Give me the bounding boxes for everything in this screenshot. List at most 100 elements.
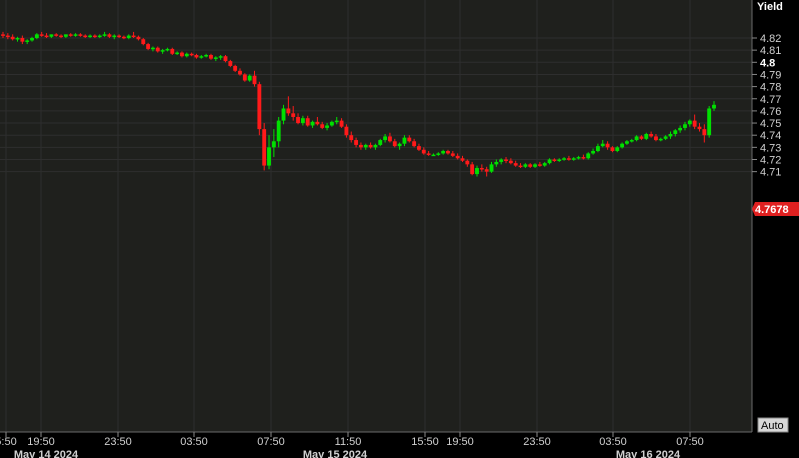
candle-body	[83, 35, 88, 38]
candle-body	[537, 164, 542, 166]
candle-body	[479, 168, 484, 170]
candle-body	[426, 153, 431, 155]
candle-body	[668, 133, 673, 137]
candle-body	[349, 135, 354, 141]
x-tick-label: 03:50	[180, 436, 208, 448]
x-tick-label: 23:50	[104, 436, 132, 448]
candle-body	[102, 34, 107, 36]
candle-body	[552, 159, 557, 161]
candle-body	[218, 56, 223, 58]
candle-body	[639, 136, 644, 139]
candle-body	[446, 150, 450, 154]
candle-body	[107, 34, 112, 37]
candle-body	[649, 133, 654, 137]
y-tick-label: 4.72	[760, 155, 781, 167]
y-tick-label: 4.79	[760, 69, 781, 81]
candle-body	[267, 147, 271, 166]
candle-body	[339, 120, 344, 127]
candle-body	[189, 53, 194, 56]
candle-body	[683, 124, 687, 128]
candle-body	[523, 164, 528, 167]
candle-body	[15, 38, 20, 40]
candle-body	[5, 35, 10, 38]
candle-body	[654, 136, 658, 141]
candle-body	[678, 127, 683, 131]
candle-body	[363, 144, 368, 148]
auto-label: Auto	[761, 420, 784, 432]
candle-body	[470, 164, 475, 175]
candle-body	[518, 165, 523, 168]
y-tick-label: 4.82	[760, 33, 781, 45]
candle-body	[146, 44, 151, 49]
candle-body	[586, 153, 591, 159]
candle-body	[117, 35, 122, 38]
x-tick-label: 07:50	[257, 436, 285, 448]
candle-body	[44, 35, 49, 38]
candle-body	[344, 126, 349, 136]
candle-body	[465, 160, 470, 165]
y-tick-label: 4.8	[760, 57, 775, 69]
candle-body	[305, 118, 310, 126]
candle-body	[296, 116, 300, 124]
x-tick-label: 15:50	[411, 436, 439, 448]
candle-body	[291, 113, 296, 117]
y-tick-label: 4.71	[760, 167, 781, 179]
y-tick-label: 4.73	[760, 142, 781, 154]
candle-body	[687, 120, 692, 125]
candle-body	[358, 144, 363, 148]
candle-body	[692, 120, 697, 127]
candle-body	[658, 138, 663, 141]
candle-body	[634, 136, 639, 141]
y-axis-label: Yield	[757, 1, 783, 13]
candle-body	[431, 154, 436, 157]
candle-body	[334, 120, 339, 123]
y-tick-label: 4.75	[760, 118, 781, 130]
x-tick-label: 19:50	[27, 436, 55, 448]
candle-body	[271, 141, 276, 148]
candle-body	[247, 75, 252, 81]
candle-body	[30, 38, 34, 41]
yield-chart[interactable]: Yield 4.824.814.84.794.784.774.764.754.7…	[0, 0, 799, 458]
candle-body	[151, 47, 155, 50]
candle-body	[562, 158, 566, 160]
candle-body	[160, 50, 165, 52]
candle-body	[88, 35, 92, 38]
last-price-tag: 4.7678	[752, 202, 799, 216]
candle-body	[499, 159, 504, 162]
candle-body	[610, 147, 615, 151]
candle-body	[1, 34, 5, 36]
candle-body	[68, 34, 73, 36]
candle	[262, 123, 267, 171]
candle-body	[663, 136, 668, 139]
candle-body	[407, 137, 412, 142]
candle	[707, 106, 712, 138]
candle-body	[286, 108, 291, 114]
candle-body	[20, 38, 25, 42]
y-tick-label: 4.76	[760, 106, 781, 118]
candle-body	[136, 36, 141, 40]
candle-body	[228, 61, 233, 66]
candle-body	[34, 34, 39, 38]
candle-body	[494, 161, 499, 165]
date-label: May 15 2024	[303, 449, 368, 458]
candle-body	[354, 140, 359, 145]
candle-body	[450, 153, 455, 156]
candle-body	[484, 169, 489, 172]
candle-body	[209, 55, 213, 59]
candle-body	[175, 52, 180, 55]
candle-body	[600, 143, 605, 147]
candle-body	[412, 141, 417, 147]
last-price-value: 4.7678	[755, 204, 789, 216]
candle-body	[39, 34, 44, 36]
candle-body	[421, 149, 426, 154]
candle-body	[513, 163, 518, 166]
candle-body	[329, 121, 334, 126]
auto-scale-button[interactable]: Auto	[757, 417, 789, 433]
candle-body	[78, 34, 83, 36]
plot-area[interactable]	[0, 0, 752, 432]
candle-body	[315, 121, 320, 125]
candle-body	[392, 141, 397, 147]
candle-body	[281, 108, 286, 121]
candle-body	[97, 35, 102, 38]
candle	[257, 81, 262, 136]
